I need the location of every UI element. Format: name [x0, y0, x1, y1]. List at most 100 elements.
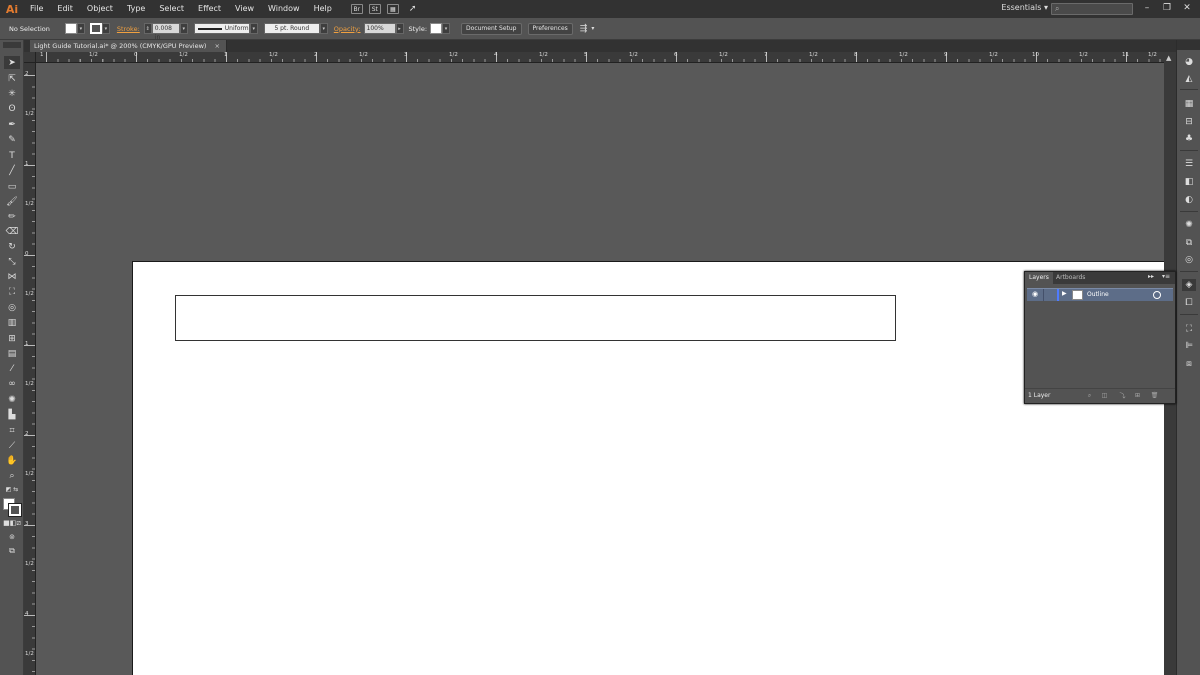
artboards-panel-icon[interactable]: ⧠ [1182, 297, 1196, 309]
document-setup-button[interactable]: Document Setup [461, 22, 522, 35]
bridge-button[interactable]: Br [350, 4, 363, 14]
stroke-weight-stepper[interactable]: ⇕ [143, 23, 152, 34]
shape-builder-tool-icon[interactable]: ◎ [4, 301, 20, 314]
dock-grip[interactable] [1177, 40, 1200, 50]
direct-selection-tool-icon[interactable]: ⇱ [4, 72, 20, 85]
menu-effect[interactable]: Effect [191, 0, 228, 18]
preferences-button[interactable]: Preferences [527, 22, 573, 35]
close-button[interactable]: ✕ [1180, 2, 1194, 14]
type-tool-icon[interactable]: T [4, 149, 20, 162]
rectangle-tool-icon[interactable]: ▭ [4, 180, 20, 193]
minimize-button[interactable]: – [1140, 2, 1154, 14]
gradient-panel-icon[interactable]: ◧ [1182, 176, 1196, 188]
visibility-eye-icon[interactable]: ◉ [1029, 290, 1041, 300]
zoom-tool-icon[interactable]: ⌕ [4, 469, 20, 482]
new-layer-icon[interactable]: ⊞ [1133, 391, 1142, 400]
brushes-panel-icon[interactable]: ⊟ [1182, 116, 1196, 128]
tab-layers[interactable]: Layers [1025, 272, 1053, 284]
document-tab[interactable]: Light Guide Tutorial.ai* @ 200% (CMYK/GP… [30, 40, 227, 52]
delete-layer-icon[interactable]: 🗑 [1150, 391, 1159, 400]
transform-panel-icon[interactable]: ⛶ [1182, 323, 1196, 335]
horizontal-ruler[interactable]: 1 1/2 0 1/2 1 1/2 2 1/2 3 1/2 4 1/2 5 1/… [36, 52, 1164, 63]
screen-mode-icon[interactable]: ⧉ [4, 544, 20, 557]
stroke-panel-icon[interactable]: ☰ [1182, 158, 1196, 170]
stroke-weight-dropdown[interactable]: ▾ [179, 23, 188, 34]
gpu-rocket-icon[interactable]: ➚ [409, 4, 417, 14]
menu-type[interactable]: Type [120, 0, 152, 18]
menu-help[interactable]: Help [307, 0, 339, 18]
menu-window[interactable]: Window [261, 0, 307, 18]
variable-width-profile[interactable]: Uniform [193, 23, 250, 34]
curvature-tool-icon[interactable]: ✎ [4, 133, 20, 146]
free-transform-tool-icon[interactable]: ⛶ [4, 285, 20, 298]
eyedropper-tool-icon[interactable]: ⁄ [4, 362, 20, 375]
tab-artboards[interactable]: Artboards [1052, 272, 1089, 284]
target-circle-icon[interactable] [1153, 291, 1161, 299]
fill-swatch[interactable] [64, 23, 77, 34]
arrange-icon[interactable]: ⇶ [580, 24, 588, 34]
gradient-tool-icon[interactable]: ▤ [4, 347, 20, 360]
slice-tool-icon[interactable]: ⟋ [4, 439, 20, 452]
fill-dropdown[interactable]: ▾ [76, 23, 85, 34]
menu-file[interactable]: File [23, 0, 50, 18]
layer-row[interactable]: ◉ ▶ Outline [1027, 288, 1173, 301]
pen-tool-icon[interactable]: ✒ [4, 118, 20, 131]
profile-dropdown[interactable]: ▾ [249, 23, 258, 34]
graphic-style-swatch[interactable] [430, 23, 443, 34]
restore-button[interactable]: ❐ [1160, 2, 1174, 14]
panel-menu-icon[interactable]: ▾≡ [1162, 273, 1170, 280]
perspective-grid-tool-icon[interactable]: ▥ [4, 316, 20, 329]
artboard[interactable] [132, 261, 1172, 675]
layers-panel-icon[interactable]: ◈ [1182, 279, 1196, 291]
menu-object[interactable]: Object [80, 0, 120, 18]
selection-tool-icon[interactable]: ➤ [4, 56, 20, 69]
workspace-switcher[interactable]: Essentials ▾ [1001, 3, 1048, 12]
search-input[interactable]: ⌕ [1051, 3, 1133, 15]
width-tool-icon[interactable]: ⋈ [4, 270, 20, 283]
outline-rectangle[interactable] [175, 295, 896, 341]
drawing-mode-icon[interactable]: ⊚ [4, 530, 20, 543]
transparency-panel-icon[interactable]: ◐ [1182, 194, 1196, 206]
menu-select[interactable]: Select [152, 0, 191, 18]
toolbar-grip[interactable] [3, 42, 21, 48]
collapse-panel-icon[interactable]: ▸▸ [1148, 273, 1154, 280]
brush-definition[interactable]: 5 pt. Round [263, 23, 320, 34]
color-guide-icon[interactable]: ◭ [1182, 73, 1196, 85]
graphic-style-dropdown[interactable]: ▾ [442, 23, 451, 34]
hand-tool-icon[interactable]: ✋ [4, 454, 20, 467]
appearance-panel-icon[interactable]: ✺ [1182, 219, 1196, 231]
menu-edit[interactable]: Edit [50, 0, 80, 18]
symbols-panel-icon[interactable]: ♣ [1182, 133, 1196, 145]
pencil-tool-icon[interactable]: ✏ [4, 210, 20, 223]
control-bar-menu-icon[interactable]: ▾ [591, 25, 594, 32]
menu-view[interactable]: View [228, 0, 261, 18]
new-sublayer-icon[interactable]: ⤵ [1118, 391, 1127, 400]
brush-dropdown[interactable]: ▾ [319, 23, 328, 34]
scale-tool-icon[interactable]: ⤡ [4, 255, 20, 268]
blend-tool-icon[interactable]: ∞ [4, 377, 20, 390]
stroke-swatch[interactable] [89, 23, 102, 34]
color-panel-icon[interactable]: ◕ [1182, 56, 1196, 68]
artboard-tool-icon[interactable]: ⌗ [4, 424, 20, 437]
color-mode-icons[interactable]: ■◧⧄ [3, 517, 21, 530]
stroke-color-swatch[interactable] [8, 503, 22, 517]
vertical-ruler[interactable]: 2 1/2 1 1/2 0 1/2 1 1/2 2 1/2 3 1/2 4 1/… [24, 63, 36, 675]
arrange-documents-icon[interactable]: ▦ [386, 4, 399, 14]
stroke-dropdown[interactable]: ▾ [101, 23, 110, 34]
locate-object-icon[interactable]: ⌕ [1085, 391, 1094, 400]
opacity-dropdown[interactable]: ▸ [395, 23, 404, 34]
pathfinder-panel-icon[interactable]: ⧈ [1182, 358, 1196, 370]
line-tool-icon[interactable]: ╱ [4, 164, 20, 177]
layer-name[interactable]: Outline [1087, 289, 1109, 301]
opacity-field[interactable]: 100% [363, 23, 396, 34]
rotate-tool-icon[interactable]: ↻ [4, 240, 20, 253]
image-trace-icon[interactable]: ◎ [1182, 254, 1196, 266]
stock-button[interactable]: St [368, 4, 381, 14]
magic-wand-icon[interactable]: ✳ [4, 87, 20, 100]
ruler-origin[interactable] [24, 52, 36, 63]
default-colors-icon[interactable]: ◩ ⇆ [4, 483, 20, 496]
expand-arrow-icon[interactable]: ▶ [1062, 290, 1067, 297]
align-panel-icon[interactable]: ⊫ [1182, 340, 1196, 352]
stroke-panel-link[interactable]: Stroke: [117, 25, 140, 33]
clipping-mask-icon[interactable]: ◫ [1100, 391, 1109, 400]
